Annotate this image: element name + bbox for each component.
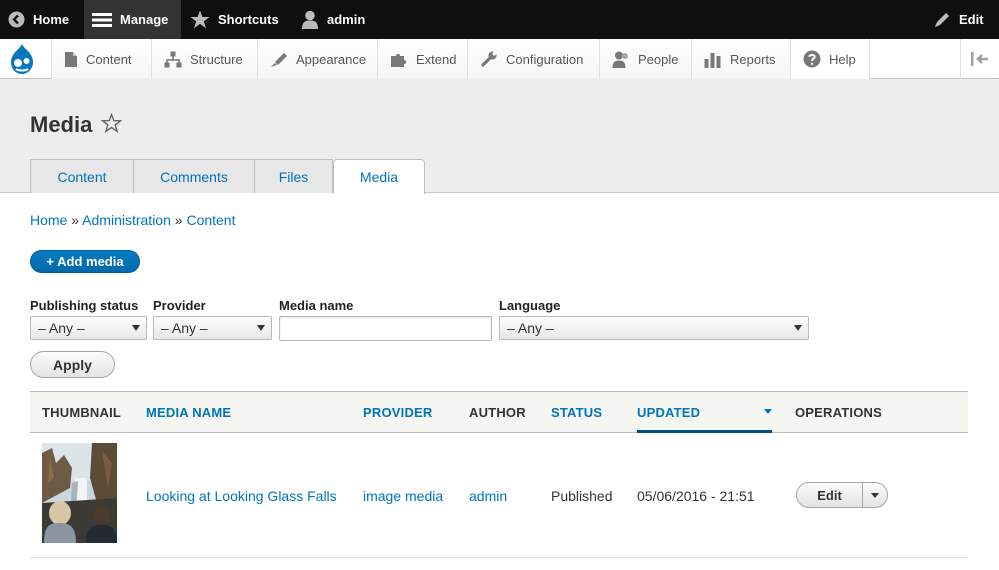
provider-link[interactable]: image media [363, 488, 443, 504]
tray-item-content[interactable]: Content [51, 39, 151, 79]
toolbar-user[interactable]: admin [301, 0, 365, 39]
edit-button[interactable]: Edit [797, 483, 863, 507]
toolbar-edit-label: Edit [959, 12, 984, 27]
tray-item-label: Appearance [296, 51, 367, 67]
author-link[interactable]: admin [469, 488, 507, 504]
toolbar-shortcuts[interactable]: Shortcuts [190, 0, 279, 39]
menu-icon [92, 12, 112, 28]
tray-item-structure[interactable]: Structure [151, 39, 257, 79]
media-name-link[interactable]: Looking at Looking Glass Falls [146, 488, 337, 504]
tray-item-extend[interactable]: Extend [377, 39, 467, 79]
language-label: Language [499, 298, 561, 313]
sort-descending-icon [764, 409, 772, 414]
tray-item-configuration[interactable]: Configuration [467, 39, 599, 79]
page-title: Media [30, 112, 93, 137]
tray-item-reports[interactable]: Reports [691, 39, 790, 79]
tray-item-label: Configuration [506, 51, 584, 67]
column-operations: OPERATIONS [795, 405, 882, 420]
breadcrumb: Home » Administration » Content [30, 212, 236, 228]
pencil-icon [934, 11, 951, 28]
structure-icon [164, 51, 182, 68]
breadcrumb-content[interactable]: Content [186, 212, 235, 228]
toolbar-manage-label: Manage [120, 12, 169, 27]
breadcrumb-separator: » [71, 212, 80, 228]
publishing-status-label: Publishing status [30, 298, 139, 313]
star-icon [190, 10, 210, 29]
tray-item-label: Content [86, 51, 132, 67]
content-icon [64, 51, 78, 68]
status-value: Published [551, 488, 613, 504]
shortcut-star-icon[interactable] [100, 112, 123, 138]
user-icon [301, 10, 319, 29]
chevron-down-icon [871, 492, 879, 498]
apply-button[interactable]: Apply [30, 351, 115, 378]
language-select[interactable]: – Any – [499, 316, 809, 340]
tray-item-appearance[interactable]: Appearance [257, 39, 377, 79]
admin-tray: Content Structure Appearance Extend Conf… [0, 39, 999, 79]
tab-comments[interactable]: Comments [134, 159, 255, 193]
tab-content[interactable]: Content [30, 159, 134, 193]
back-icon [8, 11, 25, 28]
provider-label: Provider [153, 298, 206, 313]
chevron-down-icon [257, 325, 265, 331]
column-media-name[interactable]: MEDIA NAME [146, 405, 231, 420]
chevron-down-icon [132, 325, 140, 331]
breadcrumb-administration[interactable]: Administration [82, 212, 171, 228]
extend-icon [390, 51, 408, 68]
column-status[interactable]: STATUS [551, 405, 602, 420]
tray-item-label: Extend [416, 51, 457, 67]
column-thumbnail: THUMBNAIL [42, 405, 122, 420]
add-media-button[interactable]: + Add media [30, 250, 140, 273]
column-provider[interactable]: PROVIDER [363, 405, 433, 420]
media-name-input[interactable] [279, 316, 492, 341]
breadcrumb-separator: » [174, 212, 183, 228]
chevron-down-icon [794, 325, 802, 331]
toolbar-shortcuts-label: Shortcuts [218, 12, 279, 27]
operations-dropbutton: Edit [796, 482, 888, 508]
toolbar-manage[interactable]: Manage [84, 0, 181, 39]
provider-select[interactable]: – Any – [153, 316, 272, 340]
configuration-icon [480, 51, 498, 68]
updated-value: 05/06/2016 - 21:51 [637, 488, 755, 504]
publishing-status-select[interactable]: – Any – [30, 316, 147, 340]
tray-item-label: People [638, 51, 679, 67]
tray-item-people[interactable]: People [599, 39, 691, 79]
provider-value: – Any – [161, 320, 208, 336]
admin-toolbar: Home Manage Shortcuts admin Edit [0, 0, 999, 39]
breadcrumb-home[interactable]: Home [30, 212, 67, 228]
people-icon [612, 51, 630, 68]
operations-toggle[interactable] [863, 483, 887, 507]
collapse-icon[interactable] [960, 39, 999, 79]
tray-item-label: Help [829, 51, 856, 67]
toolbar-user-label: admin [327, 12, 366, 27]
toolbar-home-label: Home [33, 12, 70, 27]
media-name-label: Media name [279, 298, 354, 313]
drupal-logo[interactable] [0, 39, 44, 79]
primary-tabs: Content Comments Files Media [30, 159, 425, 194]
language-value: – Any – [507, 320, 554, 336]
tab-files[interactable]: Files [255, 159, 333, 193]
toolbar-edit[interactable]: Edit [934, 0, 984, 39]
toolbar-home[interactable]: Home [8, 0, 69, 39]
column-author: AUTHOR [469, 405, 526, 420]
help-icon [803, 50, 821, 68]
table-header: THUMBNAIL MEDIA NAME PROVIDER AUTHOR STA… [30, 391, 968, 433]
column-updated[interactable]: UPDATED [637, 405, 700, 420]
tray-item-label: Structure [190, 51, 243, 67]
publishing-status-value: – Any – [38, 320, 85, 336]
tray-item-label: Reports [730, 51, 776, 67]
media-thumbnail[interactable] [42, 443, 117, 543]
table-row: Looking at Looking Glass Falls image med… [30, 433, 968, 558]
tab-media[interactable]: Media [333, 159, 425, 194]
tray-item-help[interactable]: Help [790, 39, 870, 79]
reports-icon [704, 51, 722, 68]
appearance-icon [270, 51, 288, 68]
